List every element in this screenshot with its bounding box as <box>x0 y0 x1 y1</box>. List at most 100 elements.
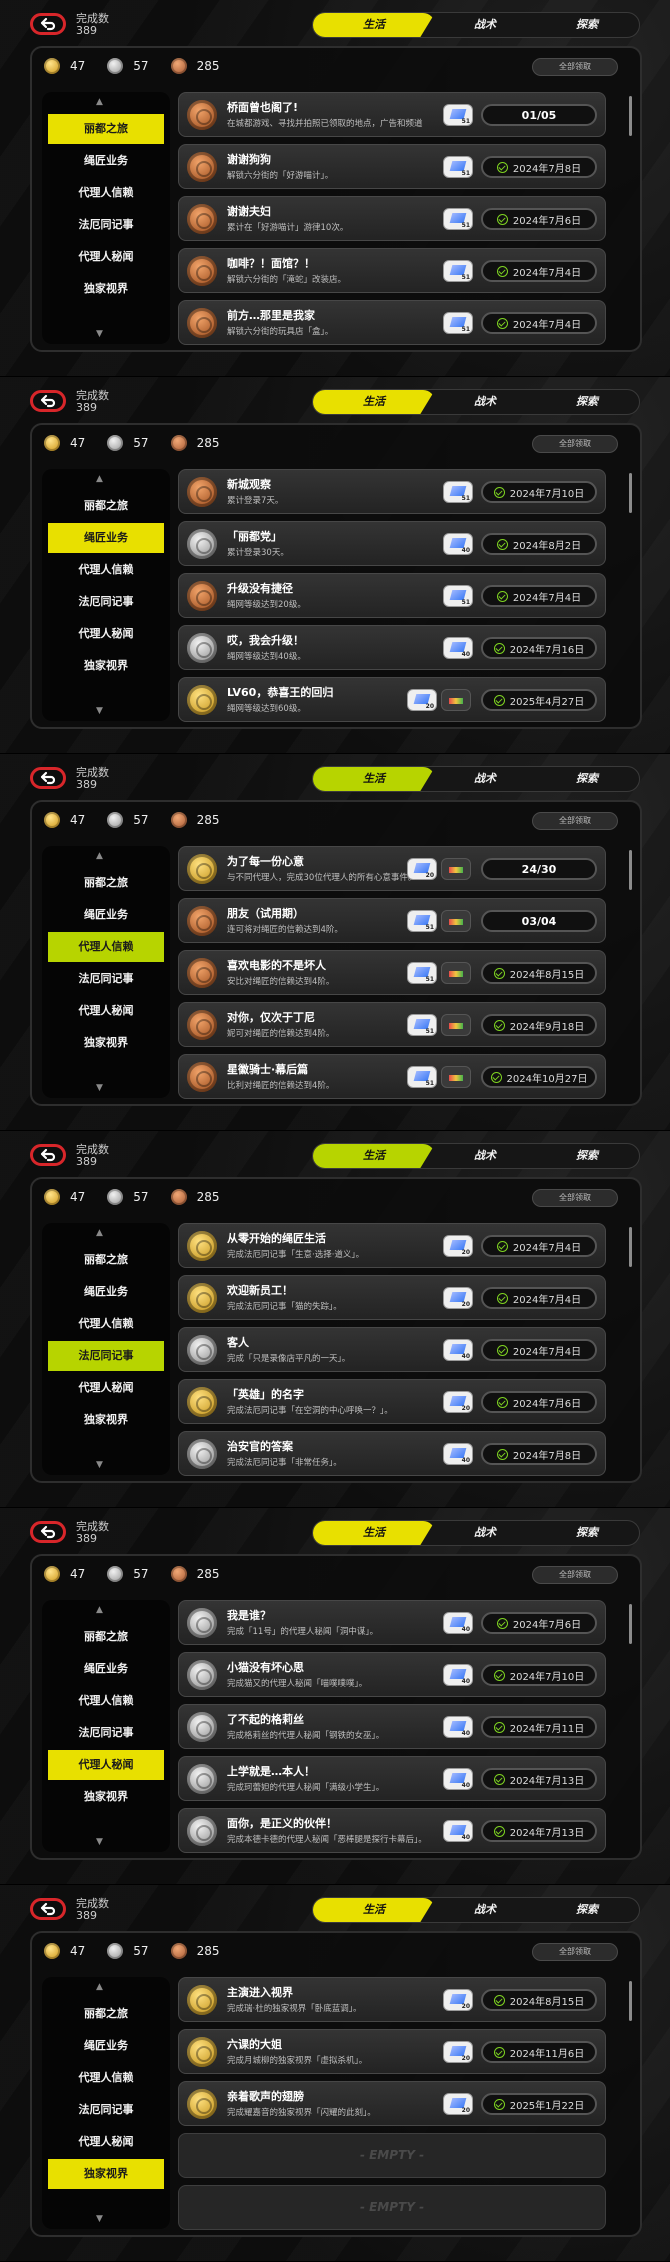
reward-film-icon[interactable]: 40 <box>443 1612 473 1634</box>
sidebar-item[interactable]: 丽都之旅 <box>48 868 164 898</box>
reward-film-icon[interactable]: 40 <box>443 1339 473 1361</box>
chevron-down-icon[interactable]: ▼ <box>96 329 103 339</box>
achievement-row[interactable]: 我是谁？ 完成「11号」的代理人秘闻「洞中谋」。 40 2024年7月6日 <box>178 1600 606 1645</box>
back-button[interactable] <box>30 1521 66 1543</box>
reward-film-icon[interactable]: 20 <box>407 858 437 880</box>
sidebar-item[interactable]: 代理人秘闻 <box>48 1373 164 1403</box>
sidebar-item[interactable]: 独家视界 <box>48 1405 164 1435</box>
sidebar-item[interactable]: 绳匠业务 <box>48 146 164 176</box>
list-scrollbar[interactable] <box>629 96 632 136</box>
achievement-row[interactable]: 面你，是正义的伙伴！ 完成本德卡德的代理人秘闻「恶棒腿是探行卡幕后」。 40 2024… <box>178 1808 606 1853</box>
achievement-row[interactable]: 从零开始的绳匠生活 完成法厄同记事「生意·选择·道义」。 20 2024年7月4日 <box>178 1223 606 1268</box>
claim-all-button[interactable]: 全部领取 <box>532 58 618 76</box>
sidebar-item[interactable]: 法厄同记事 <box>48 1718 164 1748</box>
sidebar-item[interactable]: 法厄同记事 <box>48 210 164 240</box>
list-scrollbar[interactable] <box>629 1981 632 2021</box>
tab-explore[interactable]: 探索 <box>539 1521 635 1545</box>
achievement-row[interactable]: 小猫没有坏心思 完成猫又的代理人秘闻「喵噗噗噗」。 40 2024年7月10日 <box>178 1652 606 1697</box>
tab-life[interactable]: 生活 <box>313 13 435 37</box>
sidebar-item[interactable]: 代理人信赖 <box>48 1686 164 1716</box>
reward-film-icon[interactable]: 40 <box>443 1664 473 1686</box>
sidebar-item[interactable]: 独家视界 <box>48 651 164 681</box>
achievement-row[interactable]: LV60，恭喜王的回归 绳网等级达到60级。 20 2025年4月27日 <box>178 677 606 722</box>
reward-film-icon[interactable]: 20 <box>407 689 437 711</box>
reward-film-icon[interactable]: 40 <box>443 1820 473 1842</box>
reward-card-icon[interactable] <box>441 962 471 984</box>
reward-film-icon[interactable]: 40 <box>443 533 473 555</box>
reward-card-icon[interactable] <box>441 1066 471 1088</box>
sidebar-item[interactable]: 代理人秘闻 <box>48 619 164 649</box>
achievement-row[interactable]: 亲着歌声的翅膀 完成耀嘉音的独家视界「闪耀的此刻」。 20 2025年1月22日 <box>178 2081 606 2126</box>
chevron-up-icon[interactable]: ▲ <box>96 1605 103 1615</box>
sidebar-item[interactable]: 代理人信赖 <box>48 932 164 962</box>
achievement-row[interactable]: 主演进入视界 完成瑞·杜的独家视界「卧底蓝调」。 20 2024年8月15日 <box>178 1977 606 2022</box>
claim-all-button[interactable]: 全部领取 <box>532 812 618 830</box>
tab-explore[interactable]: 探索 <box>539 13 635 37</box>
list-scrollbar[interactable] <box>629 1604 632 1644</box>
chevron-down-icon[interactable]: ▼ <box>96 1083 103 1093</box>
achievement-row[interactable]: 桥面曾也阁了! 在城都游戏、寻找并拍照已领取的地点，广告和频道 51 01/05 <box>178 92 606 137</box>
sidebar-item[interactable]: 代理人秘闻 <box>48 2127 164 2157</box>
achievement-row[interactable]: 朋友（试用期） 连可将对绳匠的信赖达到4阶。 51 03/04 <box>178 898 606 943</box>
sidebar-item[interactable]: 丽都之旅 <box>48 1999 164 2029</box>
reward-card-icon[interactable] <box>441 1014 471 1036</box>
tab-life[interactable]: 生活 <box>313 767 435 791</box>
reward-film-icon[interactable]: 51 <box>443 481 473 503</box>
back-button[interactable] <box>30 1144 66 1166</box>
sidebar-item[interactable]: 绳匠业务 <box>48 2031 164 2061</box>
tab-life[interactable]: 生活 <box>313 1521 435 1545</box>
claim-all-button[interactable]: 全部领取 <box>532 1943 618 1961</box>
achievement-row[interactable]: 升级没有捷径 绳网等级达到20级。 51 2024年7月4日 <box>178 573 606 618</box>
achievement-row[interactable]: 星徽骑士·幕后篇 比利对绳匠的信赖达到4阶。 51 2024年10月27日 <box>178 1054 606 1099</box>
reward-film-icon[interactable]: 51 <box>407 910 437 932</box>
sidebar-item[interactable]: 绳匠业务 <box>48 900 164 930</box>
reward-film-icon[interactable]: 20 <box>443 1989 473 2011</box>
achievement-row[interactable]: 前方…那里是我家 解锁六分街的玩具店「盒」。 51 2024年7月4日 <box>178 300 606 345</box>
sidebar-item[interactable]: 代理人信赖 <box>48 178 164 208</box>
reward-film-icon[interactable]: 51 <box>443 260 473 282</box>
reward-film-icon[interactable]: 20 <box>443 1391 473 1413</box>
sidebar-item[interactable]: 丽都之旅 <box>48 114 164 144</box>
tab-life[interactable]: 生活 <box>313 1144 435 1168</box>
sidebar-item[interactable]: 代理人信赖 <box>48 1309 164 1339</box>
tab-tactics[interactable]: 战术 <box>439 1521 531 1545</box>
back-button[interactable] <box>30 767 66 789</box>
tab-explore[interactable]: 探索 <box>539 1144 635 1168</box>
claim-all-button[interactable]: 全部领取 <box>532 1566 618 1584</box>
achievement-row[interactable]: 哎，我会升级！ 绳网等级达到40级。 40 2024年7月16日 <box>178 625 606 670</box>
tab-tactics[interactable]: 战术 <box>439 767 531 791</box>
chevron-up-icon[interactable]: ▲ <box>96 97 103 107</box>
sidebar-item[interactable]: 代理人秘闻 <box>48 1750 164 1780</box>
achievement-row[interactable]: 为了每一份心意 与不同代理人，完成30位代理人的所有心意事件。 20 24/30 <box>178 846 606 891</box>
sidebar-item[interactable]: 独家视界 <box>48 274 164 304</box>
tab-explore[interactable]: 探索 <box>539 1898 635 1922</box>
reward-film-icon[interactable]: 51 <box>407 962 437 984</box>
sidebar-item[interactable]: 丽都之旅 <box>48 1245 164 1275</box>
achievement-row[interactable]: 对你，仅次于丁尼 妮可对绳匠的信赖达到4阶。 51 2024年9月18日 <box>178 1002 606 1047</box>
reward-film-icon[interactable]: 40 <box>443 637 473 659</box>
sidebar-item[interactable]: 丽都之旅 <box>48 1622 164 1652</box>
tab-tactics[interactable]: 战术 <box>439 390 531 414</box>
achievement-row[interactable]: 咖啡？！面馆？！ 解锁六分街的「滝蛇」改装店。 51 2024年7月4日 <box>178 248 606 293</box>
sidebar-item[interactable]: 法厄同记事 <box>48 964 164 994</box>
back-button[interactable] <box>30 13 66 35</box>
tab-tactics[interactable]: 战术 <box>439 1144 531 1168</box>
achievement-row[interactable]: 喜欢电影的不是坏人 安比对绳匠的信赖达到4阶。 51 2024年8月15日 <box>178 950 606 995</box>
achievement-row[interactable]: 谢谢狗狗 解锁六分街的「好游喵计」。 51 2024年7月8日 <box>178 144 606 189</box>
reward-film-icon[interactable]: 51 <box>407 1014 437 1036</box>
sidebar-item[interactable]: 独家视界 <box>48 2159 164 2189</box>
reward-film-icon[interactable]: 20 <box>443 1287 473 1309</box>
back-button[interactable] <box>30 1898 66 1920</box>
reward-film-icon[interactable]: 40 <box>443 1443 473 1465</box>
reward-film-icon[interactable]: 20 <box>443 2041 473 2063</box>
chevron-up-icon[interactable]: ▲ <box>96 851 103 861</box>
sidebar-item[interactable]: 法厄同记事 <box>48 1341 164 1371</box>
list-scrollbar[interactable] <box>629 473 632 513</box>
chevron-up-icon[interactable]: ▲ <box>96 1228 103 1238</box>
reward-film-icon[interactable]: 20 <box>443 1235 473 1257</box>
claim-all-button[interactable]: 全部领取 <box>532 1189 618 1207</box>
sidebar-item[interactable]: 代理人信赖 <box>48 555 164 585</box>
chevron-down-icon[interactable]: ▼ <box>96 2214 103 2224</box>
reward-film-icon[interactable]: 51 <box>443 208 473 230</box>
tab-life[interactable]: 生活 <box>313 390 435 414</box>
